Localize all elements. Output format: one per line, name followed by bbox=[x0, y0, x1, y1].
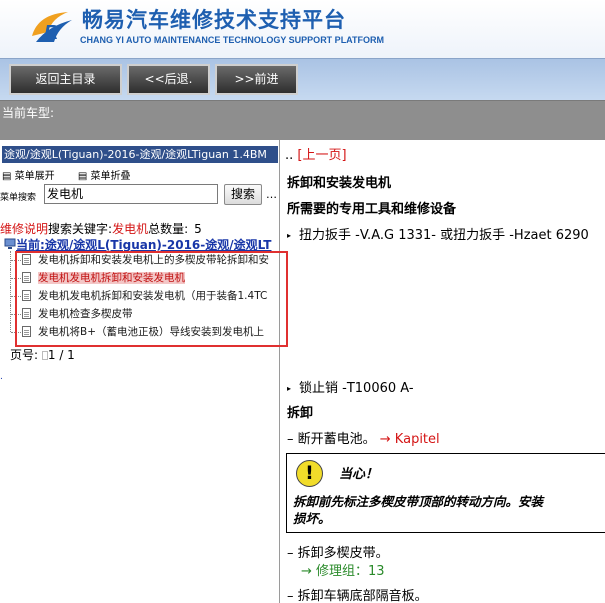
tree-root-label: 途观/途观L(Tiguan)-2016-途观/途观LT bbox=[44, 238, 272, 252]
search-button[interactable]: 搜索 bbox=[224, 184, 262, 205]
back-button[interactable]: <<后退. bbox=[127, 64, 210, 95]
current-model-label: 当前车型: bbox=[2, 106, 55, 120]
left-panel: 途观/途观L(Tiguan)-2016-途观/途观LTiguan 1.4BM ▤… bbox=[0, 140, 288, 603]
search-input[interactable]: 发电机 bbox=[44, 184, 218, 204]
toolbar: 返回主目录 <<后退. >>前进 bbox=[0, 58, 605, 100]
model-path-bar: 途观/途观L(Tiguan)-2016-途观/途观LTiguan 1.4BM bbox=[2, 146, 278, 163]
page-value[interactable]: 1 / 1 bbox=[48, 348, 75, 362]
pagination: 页号: 1 / 1 bbox=[10, 346, 75, 363]
heading-main: 拆卸和安装发电机 bbox=[287, 176, 392, 191]
logo-icon: R bbox=[32, 12, 72, 44]
app-page: R 畅易汽车维修技术支持平台 CHANG YI AUTO MAINTENANCE… bbox=[0, 0, 605, 603]
caution-title: 当心！ bbox=[339, 467, 379, 482]
summary-keyword-label: 搜索关键字: bbox=[48, 222, 113, 236]
search-row: 菜单搜索 发电机 搜索 … bbox=[0, 184, 280, 206]
step-2: – 拆卸多楔皮带。 bbox=[287, 546, 389, 561]
document-icon bbox=[22, 290, 31, 301]
tree-item-selected[interactable]: 发电机发电机拆卸和安装发电机 bbox=[4, 269, 280, 287]
heading-removal: 拆卸 bbox=[287, 406, 314, 421]
prev-prefix: .. bbox=[285, 148, 294, 163]
prev-page-row: .. [上一页] bbox=[285, 144, 347, 163]
home-button[interactable]: 返回主目录 bbox=[9, 64, 122, 95]
page-label: 页号: bbox=[10, 348, 39, 362]
current-model-bar: 当前车型: bbox=[0, 100, 605, 140]
tree-item[interactable]: 发电机将B+（蓄电池正极）导线安装到发电机上 bbox=[4, 323, 280, 341]
page-dot: . bbox=[0, 372, 3, 382]
tree-root-prefix: 当前: bbox=[16, 238, 45, 252]
document-icon bbox=[22, 326, 31, 337]
bullet-icon: ▸ bbox=[287, 384, 292, 393]
search-more: … bbox=[266, 188, 277, 201]
menu-expand-link[interactable]: ▤ 菜单展开 bbox=[2, 171, 65, 182]
document-icon bbox=[22, 272, 31, 283]
heading-tools: 所需要的专用工具和维修设备 bbox=[287, 202, 457, 217]
monitor-icon bbox=[4, 238, 16, 249]
tree-item[interactable]: 发电机发电机拆卸和安装发电机（用于装备1.4TC bbox=[4, 287, 280, 305]
repair-group-link[interactable]: → 修理组：13 bbox=[301, 560, 385, 579]
summary-keyword: 发电机 bbox=[112, 222, 149, 236]
summary-prefix: 维修说明 bbox=[0, 222, 49, 236]
content-panel: .. [上一页] 拆卸和安装发电机 所需要的专用工具和维修设备 ▸ 扭力扳手 -V… bbox=[281, 140, 605, 603]
document-icon bbox=[22, 308, 31, 319]
site-title: 畅易汽车维修技术支持平台 bbox=[82, 8, 346, 32]
search-summary: 维修说明搜索关键字:发电机总数量: 5 bbox=[0, 220, 202, 237]
tool-item-1: ▸ 扭力扳手 -V.A.G 1331- 或扭力扳手 -Hzaet 6290 bbox=[287, 228, 589, 243]
document-icon bbox=[22, 254, 31, 265]
header-banner: R 畅易汽车维修技术支持平台 CHANG YI AUTO MAINTENANCE… bbox=[0, 0, 605, 58]
caution-box: ! 当心！ 拆卸前先标注多楔皮带顶部的转动方向。安装 损坏。 bbox=[286, 453, 605, 533]
svg-text:R: R bbox=[44, 22, 59, 44]
prev-page-link[interactable]: [上一页] bbox=[297, 148, 346, 163]
result-tree: 发电机拆卸和安装发电机上的多楔皮带轮拆卸和安 发电机发电机拆卸和安装发电机 发电… bbox=[4, 251, 280, 341]
tree-item[interactable]: 发电机拆卸和安装发电机上的多楔皮带轮拆卸和安 bbox=[4, 251, 280, 269]
step-1: – 断开蓄电池。 → Kapitel bbox=[287, 432, 440, 447]
site-subtitle: CHANG YI AUTO MAINTENANCE TECHNOLOGY SUP… bbox=[80, 35, 385, 45]
step-3: – 拆卸车辆底部隔音板。 bbox=[287, 589, 428, 603]
kapitel-link[interactable]: → Kapitel bbox=[380, 432, 440, 447]
forward-button[interactable]: >>前进 bbox=[215, 64, 298, 95]
summary-total-label: 总数量: bbox=[148, 222, 189, 236]
warning-icon: ! bbox=[296, 460, 323, 487]
caution-text: 拆卸前先标注多楔皮带顶部的转动方向。安装 损坏。 bbox=[293, 494, 544, 526]
summary-total: 5 bbox=[194, 222, 202, 236]
tree-item[interactable]: 发电机检查多楔皮带 bbox=[4, 305, 280, 323]
menu-toggle-row: ▤ 菜单展开 ▤ 菜单折叠 bbox=[2, 167, 150, 182]
menu-collapse-link[interactable]: ▤ 菜单折叠 bbox=[78, 171, 141, 182]
bullet-icon: ▸ bbox=[287, 231, 292, 240]
search-label: 菜单搜索 bbox=[0, 193, 37, 203]
tool-item-2: ▸ 锁止销 -T10060 A- bbox=[287, 381, 414, 396]
